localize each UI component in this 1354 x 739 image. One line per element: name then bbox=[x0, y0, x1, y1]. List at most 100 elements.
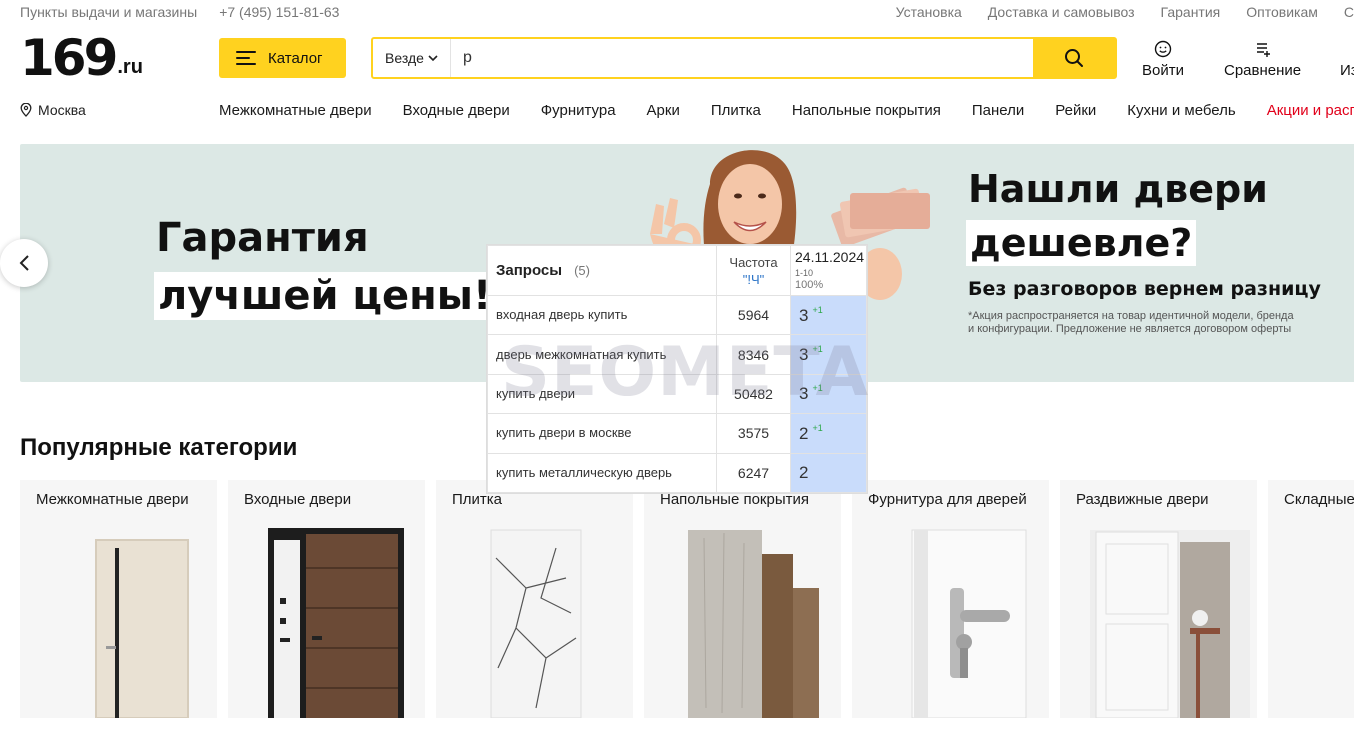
seo-position-delta: +1 bbox=[812, 383, 823, 394]
popular-categories-title: Популярные категории bbox=[20, 434, 298, 461]
nav-item-sale[interactable]: Акции и распрод bbox=[1267, 102, 1354, 119]
catalog-label: Каталог bbox=[268, 49, 323, 67]
city-label: Москва bbox=[38, 102, 86, 118]
category-label: Складные bbox=[1284, 491, 1354, 508]
nav-item-hardware[interactable]: Фурнитура bbox=[541, 102, 616, 119]
category-card-interior-doors[interactable]: Межкомнатные двери bbox=[20, 480, 217, 718]
category-card-folding-doors[interactable]: Складные bbox=[1268, 480, 1354, 718]
top-link-warranty[interactable]: Гарантия bbox=[1161, 4, 1221, 20]
seo-frequency-label: Частота bbox=[729, 254, 778, 270]
seo-position-cell: 2 +1 bbox=[790, 413, 867, 454]
seo-table: Запросы (5) Частота "!Ч" 24.11.2024 1-10 100… bbox=[487, 245, 867, 494]
seo-frequency: 3575 bbox=[716, 413, 791, 454]
flooring-planks-image bbox=[688, 530, 819, 718]
category-label: Фурнитура для дверей bbox=[868, 491, 1027, 508]
search-button[interactable] bbox=[1033, 39, 1115, 77]
compare-icon bbox=[1256, 43, 1270, 57]
seo-date: 24.11.2024 bbox=[795, 248, 865, 265]
favorites-label: Из bbox=[1340, 62, 1354, 79]
search-bar: Везде bbox=[371, 37, 1117, 79]
seo-position-delta: +1 bbox=[812, 422, 823, 433]
seo-position-cell: 3 +1 bbox=[790, 294, 867, 336]
banner-right-line2: дешевле? bbox=[966, 220, 1197, 266]
seo-query: купить двери в москве bbox=[487, 413, 717, 454]
seo-frequency: 50482 bbox=[716, 373, 791, 415]
page: Пункты выдачи и магазины +7 (495) 151-81… bbox=[0, 0, 1354, 739]
search-input[interactable] bbox=[451, 39, 1033, 77]
search-icon bbox=[1065, 49, 1083, 67]
categories-row: Межкомнатные двери Входные двери Плитка … bbox=[20, 480, 1354, 718]
compare-button[interactable]: Сравнение bbox=[1224, 40, 1301, 79]
phone-link[interactable]: +7 (495) 151-81-63 bbox=[219, 4, 339, 20]
top-link-installation[interactable]: Установка bbox=[896, 4, 962, 20]
seo-position-cell: 2 bbox=[790, 452, 867, 494]
category-card-entrance-doors[interactable]: Входные двери bbox=[228, 480, 425, 718]
banner-prev-button[interactable] bbox=[0, 239, 48, 287]
search-scope-select[interactable]: Везде bbox=[373, 39, 451, 77]
city-selector[interactable]: Москва bbox=[20, 102, 86, 118]
pickup-points-link[interactable]: Пункты выдачи и магазины bbox=[20, 4, 197, 20]
seo-position-cell: 3 +1 bbox=[790, 373, 867, 415]
seo-row: входная дверь купить 5964 3 +1 bbox=[487, 294, 867, 336]
category-card-tiles[interactable]: Плитка bbox=[436, 480, 633, 718]
nav-item-interior-doors[interactable]: Межкомнатные двери bbox=[219, 102, 372, 119]
seo-percent: 100% bbox=[795, 278, 824, 291]
category-card-sliding-doors[interactable]: Раздвижные двери bbox=[1060, 480, 1257, 718]
marble-tile-image bbox=[490, 529, 582, 718]
location-pin-icon bbox=[20, 103, 32, 117]
seo-row: купить двери в москве 3575 2 +1 bbox=[487, 413, 867, 454]
seo-query: дверь межкомнатная купить bbox=[487, 334, 717, 375]
seo-queries-count: (5) bbox=[574, 263, 590, 278]
door-handle-image bbox=[911, 529, 1027, 718]
seo-frequency: 8346 bbox=[716, 334, 791, 375]
seo-row: купить металлическую дверь 6247 2 bbox=[487, 452, 867, 494]
seo-position-cell: 3 +1 bbox=[790, 334, 867, 375]
seo-query: купить металлическую дверь bbox=[487, 452, 717, 494]
category-label: Входные двери bbox=[244, 491, 352, 508]
top-bar: Пункты выдачи и магазины +7 (495) 151-81… bbox=[20, 0, 1354, 24]
interior-door-image bbox=[95, 539, 189, 718]
nav-item-tiles[interactable]: Плитка bbox=[711, 102, 761, 119]
banner-right-line1: Нашли двери bbox=[968, 167, 1268, 211]
top-link-delivery[interactable]: Доставка и самовывоз bbox=[988, 4, 1135, 20]
nav-item-slats[interactable]: Рейки bbox=[1055, 102, 1096, 119]
seo-frequency-type: "!Ч" bbox=[742, 271, 765, 287]
seo-position: 2 bbox=[799, 463, 809, 483]
seo-queries-title: Запросы bbox=[496, 262, 563, 279]
top-link-wholesale[interactable]: Оптовикам bbox=[1246, 4, 1318, 20]
chevron-down-icon bbox=[428, 54, 438, 61]
nav-item-arches[interactable]: Арки bbox=[647, 102, 680, 119]
seo-query: купить двери bbox=[487, 373, 717, 415]
seo-row: дверь межкомнатная купить 8346 3 +1 bbox=[487, 334, 867, 375]
top-link-more[interactable]: С bbox=[1344, 4, 1354, 20]
user-smile-icon bbox=[1154, 40, 1172, 58]
chevron-left-icon bbox=[19, 255, 29, 271]
nav-item-entrance-doors[interactable]: Входные двери bbox=[403, 102, 510, 119]
catalog-button[interactable]: Каталог bbox=[219, 38, 346, 78]
login-label: Войти bbox=[1142, 62, 1184, 79]
seo-frequency-header[interactable]: Частота "!Ч" bbox=[716, 245, 791, 296]
seo-query: входная дверь купить bbox=[487, 294, 717, 336]
nav-item-kitchens[interactable]: Кухни и мебель bbox=[1127, 102, 1235, 119]
banner-fine-print: *Акция распространяется на товар идентич… bbox=[968, 310, 1294, 335]
nav-item-flooring[interactable]: Напольные покрытия bbox=[792, 102, 941, 119]
category-card-door-hardware[interactable]: Фурнитура для дверей bbox=[852, 480, 1049, 718]
sliding-door-image bbox=[1090, 530, 1250, 718]
nav-item-panels[interactable]: Панели bbox=[972, 102, 1024, 119]
login-button[interactable]: Войти bbox=[1142, 40, 1184, 79]
seo-row: купить двери 50482 3 +1 bbox=[487, 373, 867, 415]
entrance-door-image bbox=[268, 528, 404, 718]
seo-frequency: 6247 bbox=[716, 452, 791, 494]
seo-date-header: 24.11.2024 1-10 100% bbox=[790, 245, 867, 296]
category-label: Межкомнатные двери bbox=[36, 491, 189, 508]
menu-icon bbox=[236, 51, 256, 65]
heart-icon bbox=[1340, 40, 1354, 58]
banner-right-text: Нашли двери дешевле? Без разговоров верн… bbox=[966, 166, 1354, 336]
site-logo[interactable]: 169 .ru bbox=[20, 33, 143, 83]
seo-position-delta: +1 bbox=[812, 344, 823, 355]
banner-right-subtitle: Без разговоров вернем разницу bbox=[968, 278, 1321, 300]
seo-position: 3 bbox=[799, 345, 809, 365]
category-card-flooring[interactable]: Напольные покрытия bbox=[644, 480, 841, 718]
category-label: Раздвижные двери bbox=[1076, 491, 1209, 508]
favorites-button[interactable]: Из bbox=[1340, 40, 1354, 79]
